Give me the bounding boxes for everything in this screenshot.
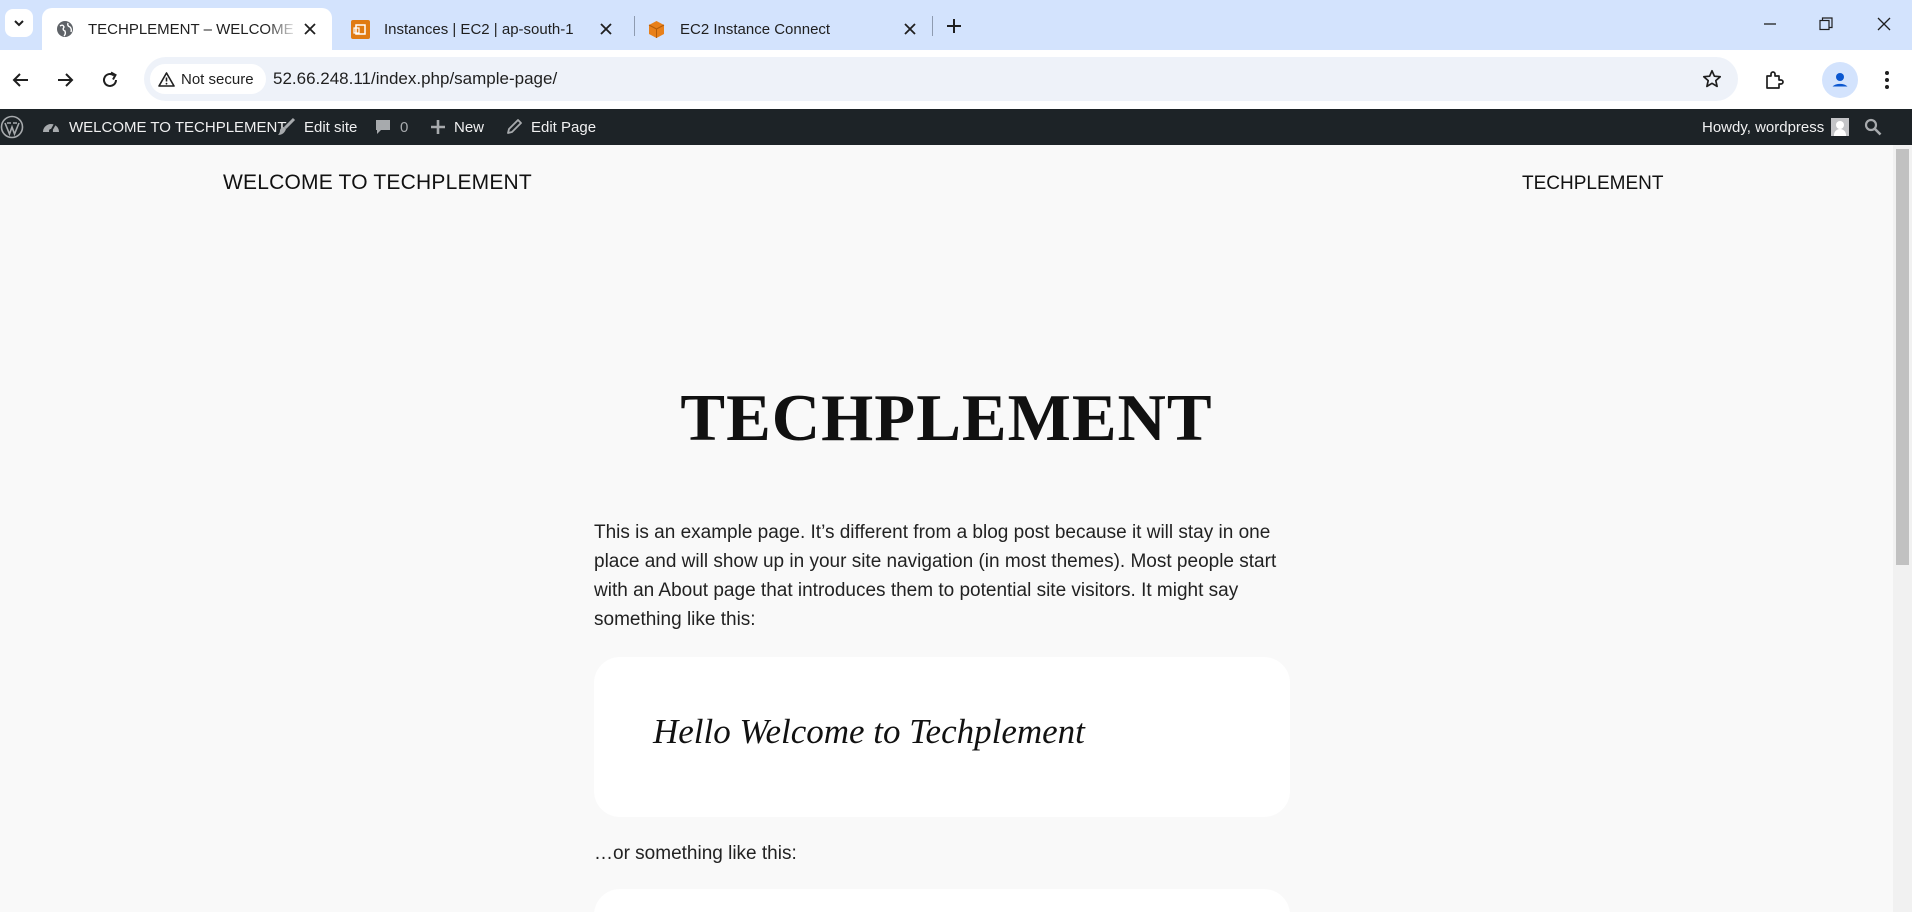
chrome-menu-button[interactable] — [1869, 62, 1905, 98]
star-icon — [1702, 69, 1722, 88]
restore-button[interactable] — [1806, 8, 1846, 40]
wp-admin-bar: WELCOME TO TECHPLEMENT Edit site 0 New E… — [0, 109, 1912, 145]
bookmark-button[interactable] — [1700, 67, 1724, 91]
close-tab-icon[interactable] — [898, 17, 922, 41]
chevron-down-icon — [14, 20, 24, 27]
forward-button[interactable] — [47, 62, 83, 98]
back-button[interactable] — [3, 62, 39, 98]
globe-icon — [55, 20, 74, 39]
plus-icon — [947, 19, 961, 33]
new-content-button[interactable]: New — [430, 109, 484, 145]
arrow-right-icon — [58, 73, 74, 87]
tab-title: EC2 Instance Connect — [680, 20, 831, 38]
minimize-button[interactable] — [1750, 8, 1790, 40]
quote-block: Hello Welcome to Techplement — [594, 657, 1290, 817]
scrollbar-thumb[interactable] — [1896, 149, 1909, 565]
profile-icon — [1830, 70, 1850, 90]
comments-count: 0 — [400, 118, 409, 136]
url-text: 52.66.248.11/index.php/sample-page/ — [273, 69, 558, 88]
edit-site-button[interactable]: Edit site — [276, 109, 357, 145]
close-tab-icon[interactable] — [298, 17, 322, 41]
quote-block — [594, 889, 1290, 912]
aws-cube-icon — [647, 20, 666, 39]
site-title-link[interactable]: WELCOME TO TECHPLEMENT — [223, 171, 532, 195]
extensions-button[interactable] — [1756, 62, 1792, 98]
browser-toolbar: Not secure 52.66.248.11/index.php/sample… — [0, 50, 1912, 109]
wordpress-logo-button[interactable] — [0, 109, 32, 145]
restore-icon — [1819, 17, 1833, 31]
quote-text: Hello Welcome to Techplement — [653, 712, 1085, 751]
edit-page-button[interactable]: Edit Page — [505, 109, 596, 145]
howdy-label: Howdy, wordpress — [1702, 118, 1825, 136]
warning-icon — [158, 71, 175, 87]
new-label: New — [454, 118, 485, 136]
dashboard-icon — [43, 123, 59, 133]
admin-bar-site-name[interactable]: WELCOME TO TECHPLEMENT — [41, 109, 287, 145]
profile-button[interactable] — [1822, 62, 1858, 98]
site-name-label: WELCOME TO TECHPLEMENT — [69, 118, 287, 136]
puzzle-icon — [1766, 71, 1784, 89]
comment-icon — [376, 120, 390, 134]
address-bar[interactable]: Not secure 52.66.248.11/index.php/sample… — [144, 57, 1738, 101]
aws-ec2-icon — [351, 19, 370, 39]
edit-site-label: Edit site — [304, 118, 358, 136]
tab-search-button[interactable] — [5, 9, 33, 37]
page-title: TECHPLEMENT — [680, 381, 1213, 455]
avatar — [1831, 118, 1850, 136]
search-icon — [1864, 118, 1882, 136]
close-window-button[interactable] — [1864, 8, 1904, 40]
security-chip-label: Not secure — [181, 70, 254, 88]
close-tab-icon[interactable] — [594, 17, 618, 41]
pencil-icon — [507, 119, 522, 134]
tab-ec2-instances[interactable]: Instances | EC2 | ap-south-1 — [338, 8, 628, 50]
or-paragraph: …or something like this: — [594, 843, 797, 864]
minimize-icon — [1764, 23, 1776, 25]
tab-ec2-instance-connect[interactable]: EC2 Instance Connect — [634, 8, 932, 50]
nav-link-techplement[interactable]: TECHPLEMENT — [1522, 173, 1663, 195]
comments-button[interactable]: 0 — [374, 109, 408, 145]
reload-icon — [103, 71, 117, 87]
my-account-menu[interactable]: Howdy, wordpress — [1702, 109, 1850, 145]
security-chip[interactable]: Not secure — [150, 64, 266, 94]
plus-icon — [431, 120, 445, 134]
reload-button[interactable] — [92, 62, 128, 98]
admin-search-button[interactable] — [1864, 109, 1890, 145]
new-tab-button[interactable] — [940, 12, 968, 40]
page-scrollbar[interactable] — [1893, 145, 1912, 912]
arrow-left-icon — [12, 73, 28, 87]
tab-techplement[interactable]: TECHPLEMENT – WELCOME TO — [42, 8, 332, 50]
tab-strip: TECHPLEMENT – WELCOME TO Instances | EC2… — [0, 0, 1912, 50]
wordpress-logo-icon — [0, 115, 24, 139]
edit-page-label: Edit Page — [531, 118, 597, 136]
page-viewport: WELCOME TO TECHPLEMENT TECHPLEMENT TECHP… — [0, 145, 1893, 912]
brush-icon — [278, 117, 296, 135]
tab-title: TECHPLEMENT – WELCOME TO — [88, 20, 298, 38]
more-vertical-icon — [1885, 71, 1889, 89]
tab-title: Instances | EC2 | ap-south-1 — [384, 20, 574, 38]
tab-separator — [932, 16, 933, 36]
close-icon — [1877, 17, 1891, 31]
intro-paragraph: This is an example page. It’s different … — [594, 522, 1277, 630]
